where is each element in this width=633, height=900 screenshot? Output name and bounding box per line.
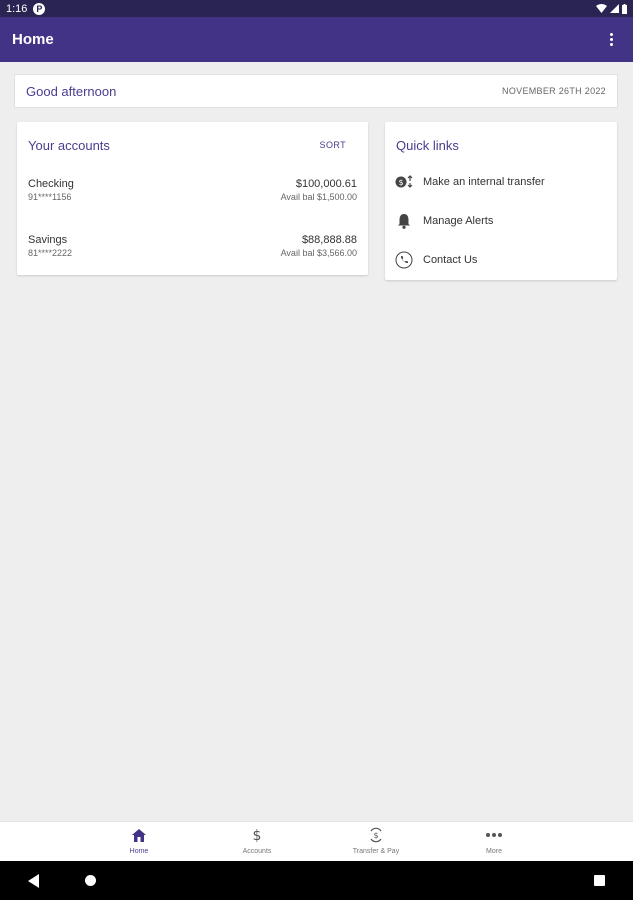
account-balance: $100,000.61 (295, 178, 357, 190)
account-row-savings[interactable]: Savings 81****2222 $88,888.88 Avail bal … (28, 234, 357, 264)
back-icon[interactable] (28, 874, 39, 888)
nav-label: Home (129, 848, 149, 855)
account-name: Savings (28, 234, 68, 246)
bell-icon (395, 212, 413, 230)
nav-item-home[interactable]: Home (99, 826, 179, 860)
quick-links-title: Quick links (396, 137, 459, 153)
account-available-balance: Avail bal $1,500.00 (280, 192, 357, 202)
bottom-navigation: Home $ Accounts $ Transfer & Pay More (0, 821, 633, 861)
nav-item-more[interactable]: More (454, 826, 534, 860)
account-name: Checking (28, 178, 74, 190)
more-icon (485, 826, 503, 844)
quick-link-manage-alerts[interactable]: Manage Alerts (395, 209, 607, 233)
account-row-checking[interactable]: Checking 91****1156 $100,000.61 Avail ba… (28, 178, 357, 208)
quick-link-label: Make an internal transfer (423, 176, 545, 188)
system-navigation-bar (0, 861, 633, 900)
nav-label: Transfer & Pay (352, 848, 400, 855)
home-icon (132, 826, 146, 844)
account-balance: $88,888.88 (301, 234, 357, 246)
greeting-banner: Good afternoon NOVEMBER 26TH 2022 (14, 74, 618, 108)
phone-icon (395, 251, 413, 269)
greeting-date: NOVEMBER 26TH 2022 (502, 86, 606, 96)
page-title: Home (12, 31, 54, 48)
battery-icon (622, 3, 627, 14)
wifi-icon (596, 4, 607, 13)
svg-text:$: $ (398, 178, 403, 187)
nav-item-transfer-pay[interactable]: $ Transfer & Pay (336, 826, 416, 860)
quick-link-label: Contact Us (423, 254, 478, 266)
quick-link-contact-us[interactable]: Contact Us (395, 248, 607, 272)
notification-icon: P (33, 2, 46, 15)
account-number: 81****2222 (28, 248, 73, 258)
account-number: 91****1156 (28, 192, 72, 202)
signal-icon (610, 4, 619, 13)
overflow-menu-icon[interactable] (601, 28, 621, 52)
svg-text:$: $ (373, 831, 378, 840)
system-home-icon[interactable] (85, 875, 96, 886)
accounts-title: Your accounts (28, 137, 110, 153)
dollar-icon: $ (251, 826, 263, 844)
transfer-pay-icon: $ (368, 826, 384, 844)
nav-item-accounts[interactable]: $ Accounts (217, 826, 297, 860)
app-bar: Home (0, 17, 633, 62)
svg-text:$: $ (253, 828, 262, 843)
recents-icon[interactable] (594, 875, 605, 886)
accounts-card: Your accounts SORT Checking 91****1156 $… (17, 122, 368, 275)
account-available-balance: Avail bal $3,566.00 (280, 248, 357, 258)
greeting-text: Good afternoon (26, 83, 117, 99)
sort-button[interactable]: SORT (320, 140, 346, 150)
quick-link-label: Manage Alerts (423, 215, 494, 227)
nav-label: More (486, 848, 502, 855)
nav-label: Accounts (242, 848, 272, 855)
status-bar: 1:16 P (0, 0, 633, 17)
quick-links-card: Quick links $ Make an internal transfer … (385, 122, 617, 280)
transfer-icon: $ (395, 173, 413, 191)
status-time: 1:16 (6, 2, 28, 15)
quick-link-internal-transfer[interactable]: $ Make an internal transfer (395, 170, 607, 194)
